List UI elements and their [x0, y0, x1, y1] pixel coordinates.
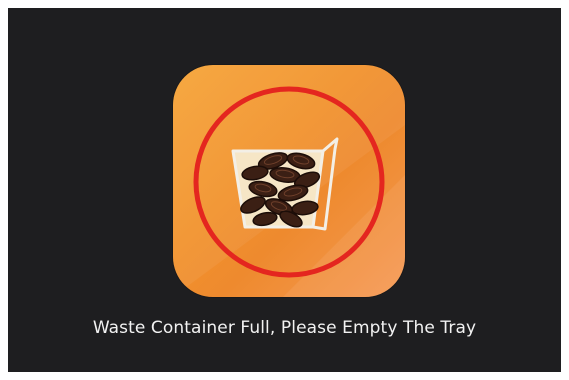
- alert-message: Waste Container Full, Please Empty The T…: [92, 318, 477, 338]
- alert-screen: Waste Container Full, Please Empty The T…: [8, 8, 561, 372]
- waste-container-full-icon: [173, 65, 405, 297]
